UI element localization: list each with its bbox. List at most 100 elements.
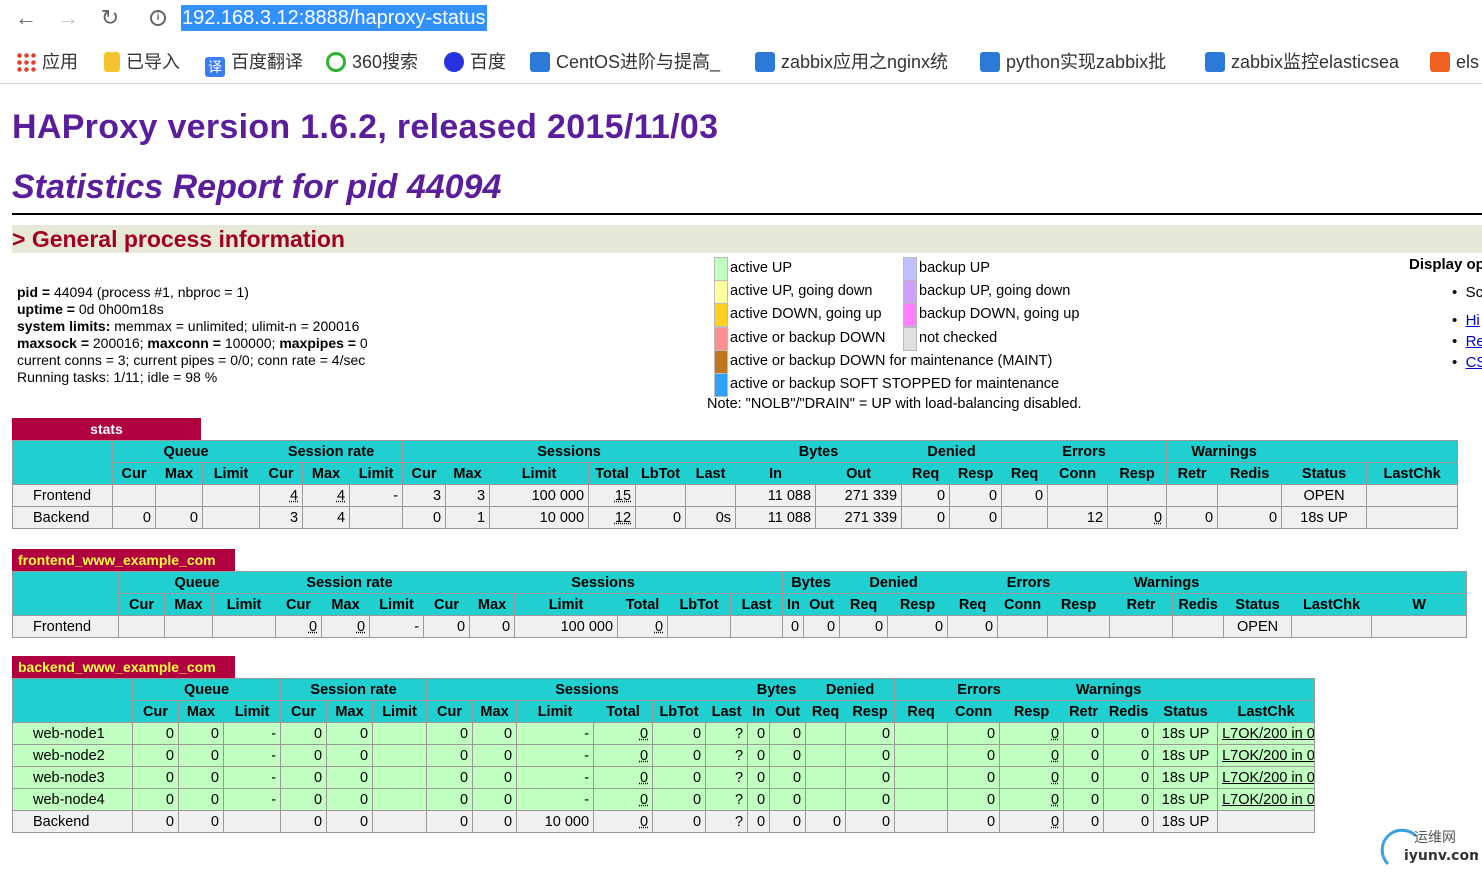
table-cell-value: - [584, 725, 590, 742]
column-group-header: Errors [947, 571, 1111, 594]
table-cell-value: - [584, 791, 590, 808]
row-name-cell: web-node2 [12, 744, 133, 767]
table-cell-value[interactable]: L7OK/200 in 0ms [1222, 726, 1314, 742]
table-cell: 0 [280, 744, 328, 767]
row-name-cell: Frontend [12, 484, 113, 507]
bookmark-360-search[interactable]: 360搜索 [326, 49, 418, 75]
table-cell-value[interactable]: 0 [1154, 510, 1162, 526]
table-cell [730, 615, 784, 638]
bookmark-zabbix-nginx[interactable]: zabbix应用之nginx统 [755, 49, 948, 75]
display-option-refresh[interactable]: • Re [1452, 333, 1482, 350]
table-cell: 0 [839, 615, 889, 638]
bookmark-imported[interactable]: 已导入 [104, 49, 180, 75]
table-cell-value: 0 [210, 791, 219, 808]
column-header: Cur [280, 700, 328, 723]
table-cell-value[interactable]: L7OK/200 in 0ms [1222, 748, 1314, 764]
address-bar[interactable]: i 192.168.3.12:8888/haproxy-status [140, 3, 1482, 33]
proxy-stats-table: Queue Session rate Sessions Bytes Denied Erro… [12, 571, 1468, 638]
column-header: Last [730, 593, 784, 616]
table-cell: 18s UP [1281, 506, 1368, 529]
bookmark-baidu-translate[interactable]: 译百度翻译 [205, 49, 303, 77]
table-cell: 0 [652, 810, 707, 833]
table-cell-value[interactable]: 4 [337, 488, 345, 504]
table-cell [1172, 615, 1225, 638]
column-header: Resp [887, 593, 949, 616]
table-cell-value[interactable]: 0 [640, 726, 648, 742]
table-cell-value[interactable]: 0 [1051, 748, 1059, 764]
table-cell-value: 0 [359, 747, 369, 764]
display-option-hide[interactable]: • Hi [1452, 312, 1480, 329]
bookmark-apps[interactable]: 应用 [16, 49, 78, 75]
reload-icon[interactable]: ↻ [96, 4, 124, 32]
table-cell-value: 0 [881, 725, 891, 742]
table-cell-value[interactable]: 0 [309, 619, 317, 635]
site-icon [755, 52, 775, 72]
column-header: Limit [516, 700, 595, 723]
table-cell: 18s UP [1153, 788, 1219, 811]
bookmark-zabbix-es[interactable]: zabbix监控elasticsea [1205, 49, 1399, 75]
forward-arrow-icon[interactable]: → [54, 4, 82, 32]
refresh-link[interactable]: Re [1466, 333, 1482, 350]
column-header: Retr [1166, 462, 1219, 485]
bookmark-label: zabbix应用之nginx统 [781, 52, 949, 72]
hide-down-link[interactable]: Hi [1466, 312, 1480, 329]
column-header: Limit [201, 462, 261, 485]
legend-label: not checked [919, 329, 998, 346]
table-row: Frontend 4 4 - 3 3 100 000 15 11 088 271 339 0 0 0 OP… [12, 484, 1459, 507]
csv-export-link[interactable]: CS [1466, 354, 1482, 371]
info-icon[interactable]: i [150, 10, 166, 26]
table-cell: 0 [999, 722, 1065, 745]
table-cell [894, 722, 949, 745]
proxy-name-tab[interactable]: stats [12, 418, 201, 440]
table-cell-value[interactable]: 0 [640, 792, 648, 808]
table-cell-value[interactable]: L7OK/200 in 0ms [1222, 792, 1314, 808]
column-group-header: Denied [839, 571, 949, 594]
back-arrow-icon[interactable]: ← [12, 4, 40, 32]
table-cell: 0 [1217, 506, 1283, 529]
table-cell-value[interactable]: 0 [640, 814, 648, 830]
table-cell-value: 0 [1269, 509, 1278, 526]
display-option-csv[interactable]: • CS [1452, 354, 1482, 371]
bookmark-centos[interactable]: CentOS进阶与提高_ [530, 49, 720, 75]
proxy-name-tab[interactable]: backend_www_example_com [12, 656, 235, 678]
table-cell: 0 [280, 722, 328, 745]
table-cell: 0 [747, 722, 771, 745]
header-corner [12, 440, 113, 485]
table-cell-value[interactable]: 0 [655, 619, 663, 635]
table-cell: - [516, 788, 595, 811]
table-cell-value[interactable]: 0 [1051, 770, 1059, 786]
table-cell-value: OPEN [1237, 618, 1279, 635]
table-cell: - [516, 766, 595, 789]
column-header: LastChk [1366, 462, 1459, 485]
table-cell-value[interactable]: 12 [615, 510, 631, 526]
table-cell-value: 12 [1086, 509, 1104, 526]
table-cell-value[interactable]: 0 [357, 619, 365, 635]
url-text[interactable]: 192.168.3.12:8888/haproxy-status [181, 5, 487, 31]
table-cell: 0 [769, 788, 807, 811]
table-cell-value[interactable]: 15 [615, 488, 631, 504]
table-cell: 0 [999, 744, 1065, 767]
table-cell-value[interactable]: 4 [290, 488, 298, 504]
table-cell: 0 [1063, 722, 1105, 745]
table-cell-value: ? [734, 791, 744, 808]
bookmark-python-zabbix[interactable]: python实现zabbix批 [980, 49, 1166, 75]
table-cell: 0 [769, 722, 807, 745]
column-group-header: Bytes [747, 678, 807, 701]
maxpipes-value: 0 [359, 335, 368, 351]
table-cell-value[interactable]: L7OK/200 in 0ms [1222, 770, 1314, 786]
table-cell-value[interactable]: 0 [1051, 726, 1059, 742]
proxy-name-tab[interactable]: frontend_www_example_com [12, 549, 235, 571]
table-cell-value[interactable]: 0 [1051, 792, 1059, 808]
table-cell-value[interactable]: 0 [640, 748, 648, 764]
column-header: Redis [1103, 700, 1155, 723]
table-cell: 0 [747, 810, 771, 833]
bookmark-baidu[interactable]: 百度 [444, 49, 506, 75]
table-cell-value: - [393, 487, 399, 504]
table-row: web-node4 0 0 - 0 0 0 0 - 0 0? 0 0 0 0 0 0 0 18s UP L7OK/20… [12, 788, 1316, 811]
bookmark-els[interactable]: els [1430, 49, 1479, 75]
column-group-header-blank [1281, 440, 1459, 463]
table-cell-value[interactable]: 0 [640, 770, 648, 786]
table-cell: 0 [1166, 506, 1219, 529]
table-cell-value[interactable]: 0 [1051, 814, 1059, 830]
column-header: LastChk [1217, 700, 1316, 723]
